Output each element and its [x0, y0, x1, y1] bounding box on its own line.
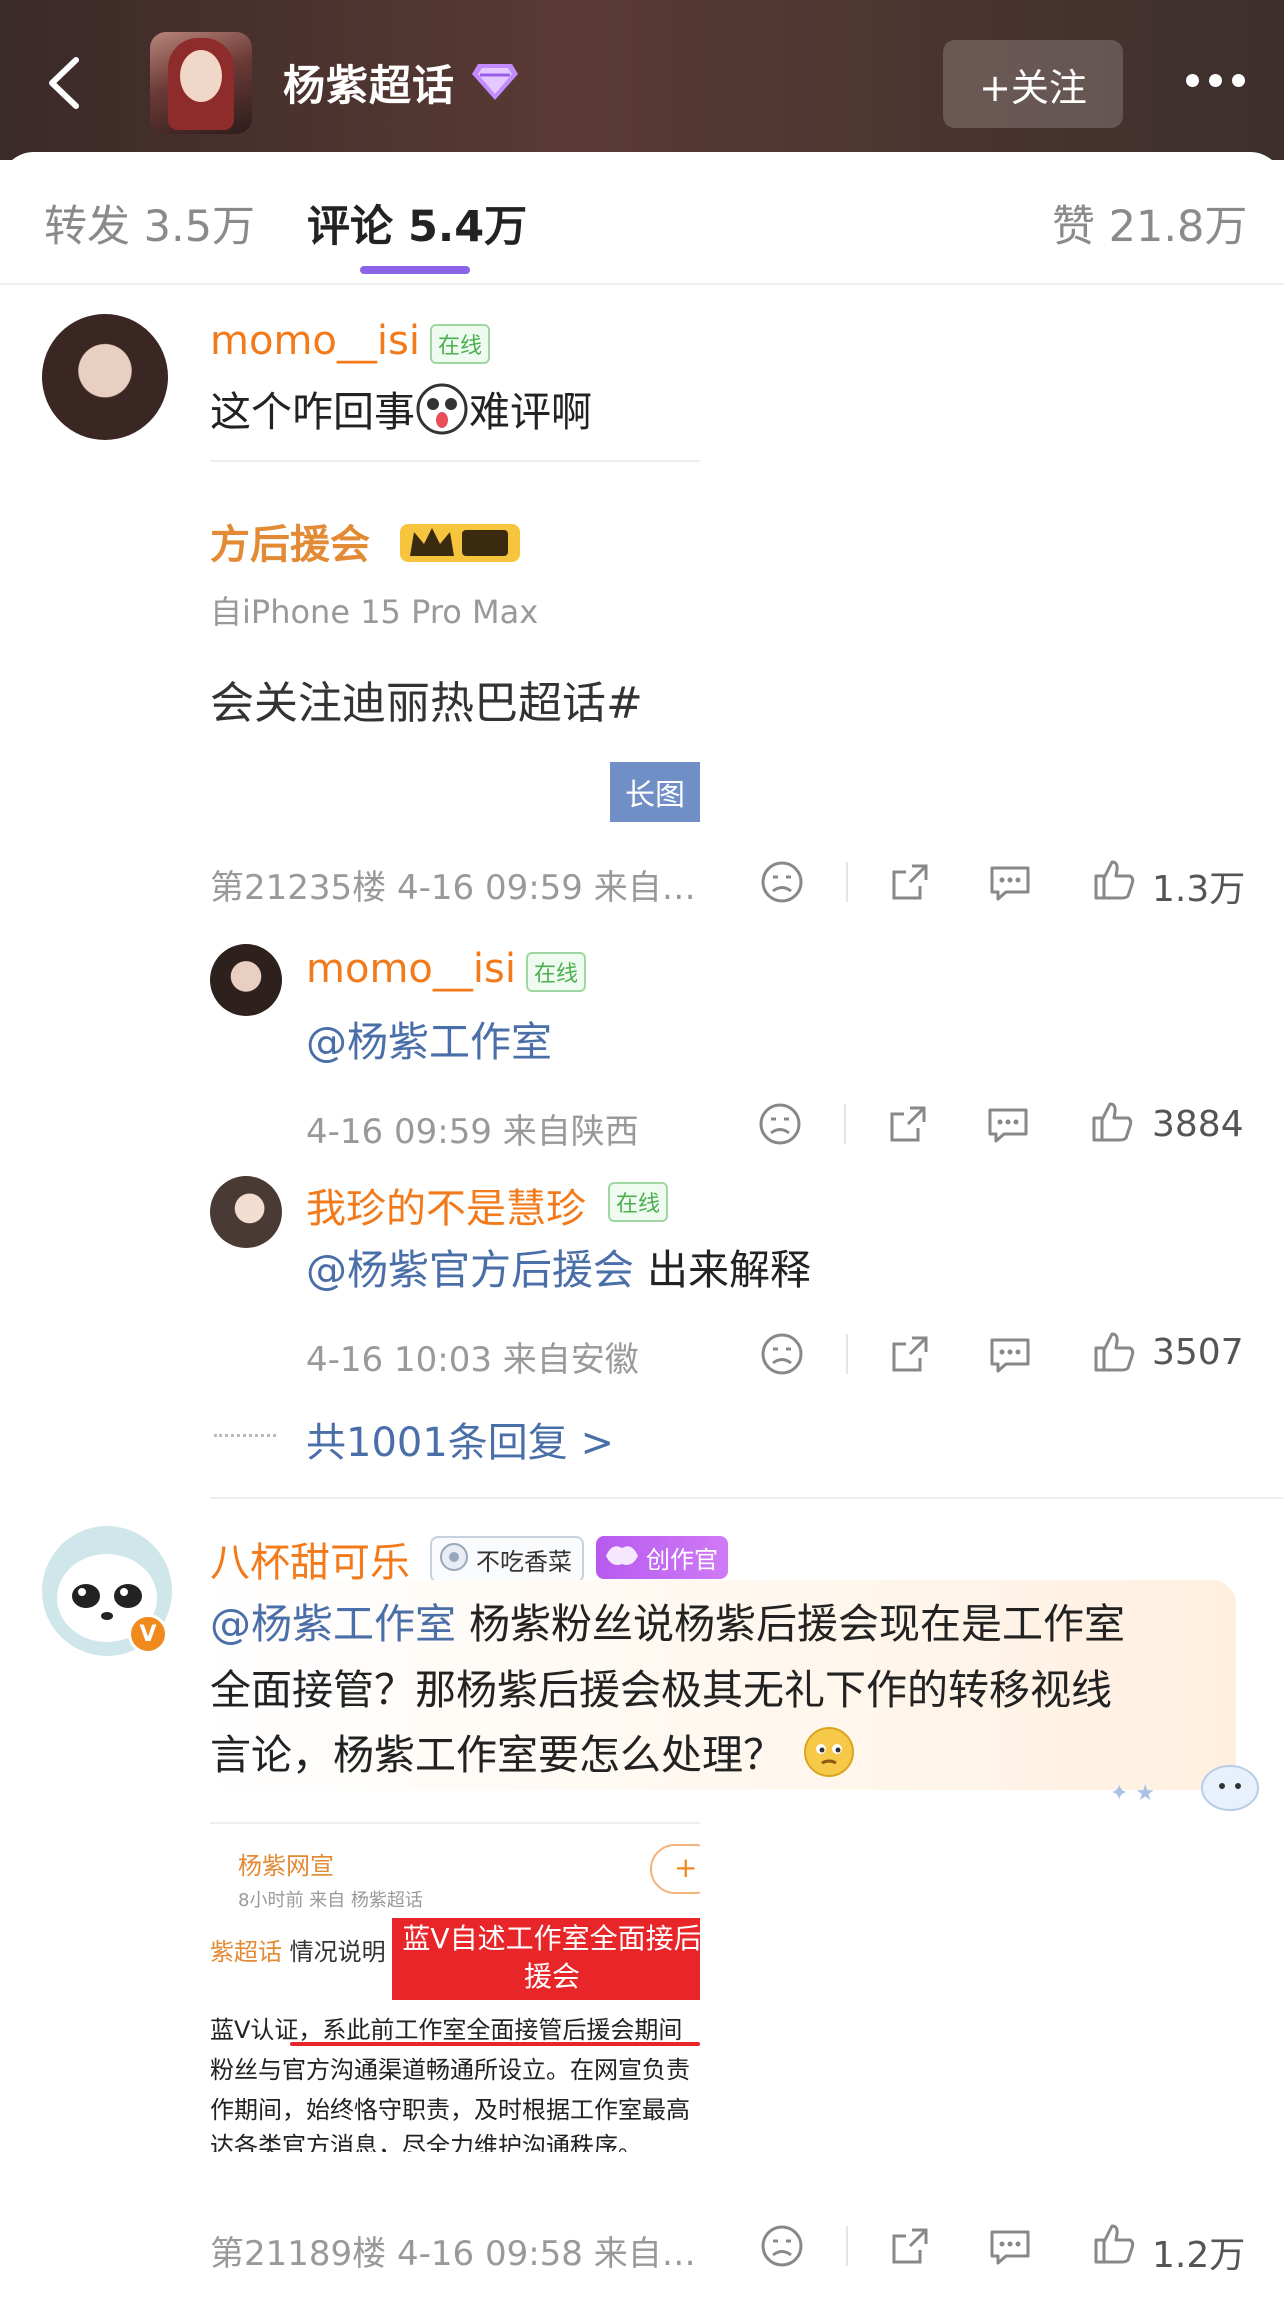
creator-badge: 创作官 [596, 1536, 728, 1579]
dislike-icon[interactable] [758, 858, 806, 906]
tab-reposts[interactable]: 转发 3.5万 [44, 192, 255, 254]
dislike-icon[interactable] [756, 1100, 804, 1148]
svg-text:✦ ★: ✦ ★ [1110, 1781, 1155, 1806]
share-icon[interactable] [886, 858, 934, 906]
cloud-decoration-icon: ✦ ★ [1110, 1765, 1259, 1811]
like-count: 1.3万 [1152, 869, 1246, 910]
comment-icon[interactable] [986, 1330, 1034, 1378]
avatar[interactable] [210, 944, 282, 1016]
comment-icon[interactable] [986, 2222, 1034, 2270]
like-icon[interactable] [1090, 2220, 1138, 2268]
separator [846, 862, 848, 902]
emoji-icon [416, 383, 468, 435]
online-badge: 在线 [430, 324, 491, 364]
dots-line [214, 1434, 276, 1437]
flower-icon [440, 1543, 468, 1571]
like-icon[interactable] [1090, 1328, 1138, 1376]
share-icon[interactable] [884, 1100, 932, 1148]
comment-meta: 第21189楼 4-16 09:58 来自… [210, 2234, 696, 2274]
more-replies-link[interactable]: 共1001条回复 > [306, 1410, 614, 1468]
active-tab-indicator [360, 266, 470, 274]
like-count: 3507 [1152, 1332, 1244, 1373]
reply-text: @杨紫官方后援会 出来解释 [306, 1246, 812, 1294]
reply-text: @杨紫工作室 [306, 1010, 552, 1076]
topic-avatar[interactable] [150, 32, 252, 134]
avatar[interactable] [210, 1176, 282, 1248]
crown-icon [400, 524, 520, 562]
follow-button[interactable]: +关注 [943, 40, 1123, 128]
like-icon[interactable] [1090, 856, 1138, 904]
divider [0, 283, 1284, 285]
emoji-icon [804, 1727, 854, 1778]
comment-icon[interactable] [986, 858, 1034, 906]
comment-text: @杨紫工作室 杨紫粉丝说杨紫后援会现在是工作室 全面接管？那杨紫后援会极其无礼下… [210, 1600, 1126, 1780]
avatar[interactable] [42, 314, 168, 440]
separator [846, 1334, 848, 1374]
reply-meta: 4-16 10:03 来自安徽 [306, 1340, 639, 1380]
separator [846, 2226, 848, 2266]
online-badge: 在线 [608, 1182, 669, 1222]
share-icon[interactable] [886, 1330, 934, 1378]
mention-link[interactable]: @杨紫官方后援会 [306, 1246, 634, 1294]
comment-text: 这个咋回事 难评啊 [210, 380, 592, 446]
separator [844, 1104, 846, 1144]
verified-badge: V [128, 1614, 168, 1654]
dislike-icon[interactable] [758, 2222, 806, 2270]
comment-icon[interactable] [984, 1100, 1032, 1148]
creator-icon [606, 1546, 638, 1565]
mention-link[interactable]: @杨紫工作室 [306, 1018, 552, 1066]
username[interactable]: momo__isi [306, 946, 516, 992]
divider [210, 1497, 1284, 1499]
like-count: 1.2万 [1152, 2235, 1246, 2276]
like-count: 3884 [1152, 1104, 1244, 1145]
top-bar: 杨紫超话 +关注 [0, 0, 1284, 160]
share-icon[interactable] [886, 2222, 934, 2270]
underline-mark [290, 2042, 700, 2046]
comment-image[interactable]: 杨紫网宣 8小时前 来自 杨紫超话 + 紫超话 情况说明 蓝V自述工作室全面接后… [210, 1822, 700, 2152]
comment-meta: 第21235楼 4-16 09:59 来自… [210, 868, 696, 908]
mention-link[interactable]: @杨紫工作室 [210, 1600, 456, 1648]
long-image-tag: 长图 [610, 762, 700, 822]
tab-comments[interactable]: 评论 5.4万 [307, 192, 527, 254]
username[interactable]: momo__isi [210, 318, 420, 364]
gem-icon [472, 64, 518, 100]
back-icon[interactable] [30, 48, 100, 118]
username[interactable]: 我珍的不是慧珍 [306, 1176, 586, 1234]
dislike-icon[interactable] [758, 1330, 806, 1378]
fan-badge: 不吃香菜 [430, 1536, 584, 1583]
more-icon[interactable] [1170, 60, 1260, 100]
page-title: 杨紫超话 [283, 61, 456, 110]
reply-meta: 4-16 09:59 来自陕西 [306, 1112, 639, 1152]
online-badge: 在线 [526, 952, 587, 992]
tab-likes[interactable]: 赞 21.8万 [1052, 192, 1247, 254]
like-icon[interactable] [1088, 1098, 1136, 1146]
